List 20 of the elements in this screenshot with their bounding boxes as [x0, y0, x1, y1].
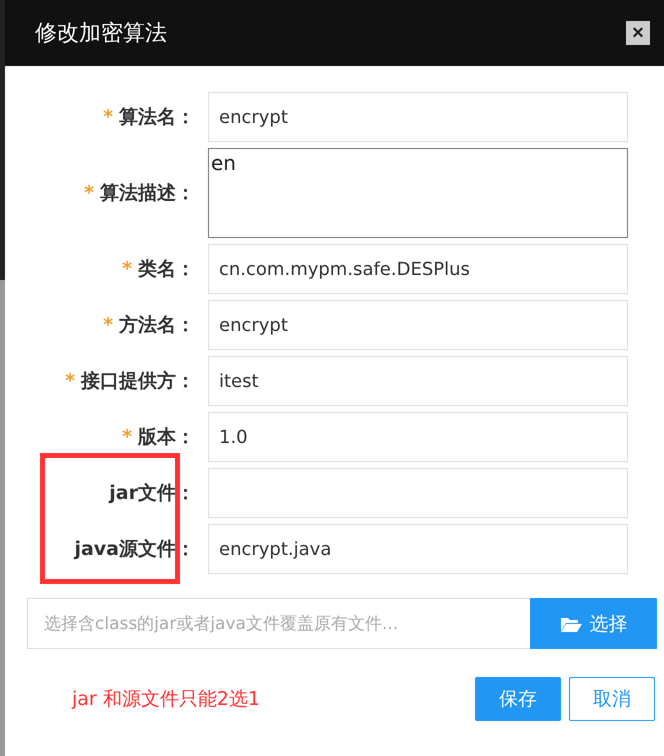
- input-field[interactable]: [208, 468, 628, 518]
- input-field[interactable]: 1.0: [208, 412, 628, 462]
- field-label: * 版本：: [122, 425, 195, 450]
- field-label: * 接口提供方：: [65, 369, 195, 394]
- close-button[interactable]: ×: [626, 21, 650, 45]
- input-field[interactable]: cn.com.mypm.safe.DESPlus: [208, 244, 628, 294]
- input-field[interactable]: encrypt.java: [208, 524, 628, 574]
- field-label: * 算法名：: [103, 105, 195, 130]
- file-path-field[interactable]: 选择含class的jar或者java文件覆盖原有文件...: [27, 598, 530, 649]
- text-area[interactable]: en: [208, 148, 628, 238]
- input-field[interactable]: encrypt: [208, 92, 628, 142]
- input-field[interactable]: itest: [208, 356, 628, 406]
- dialog-title: 修改加密算法: [35, 20, 167, 48]
- field-label: * 类名：: [122, 257, 195, 282]
- field-label: * 方法名：: [103, 313, 195, 338]
- input-field[interactable]: encrypt: [208, 300, 628, 350]
- field-label: java源文件：: [74, 537, 195, 562]
- hint-text: jar 和源文件只能2选1: [72, 687, 260, 712]
- field-label: jar文件：: [109, 481, 195, 506]
- field-label: * 算法描述：: [84, 181, 195, 206]
